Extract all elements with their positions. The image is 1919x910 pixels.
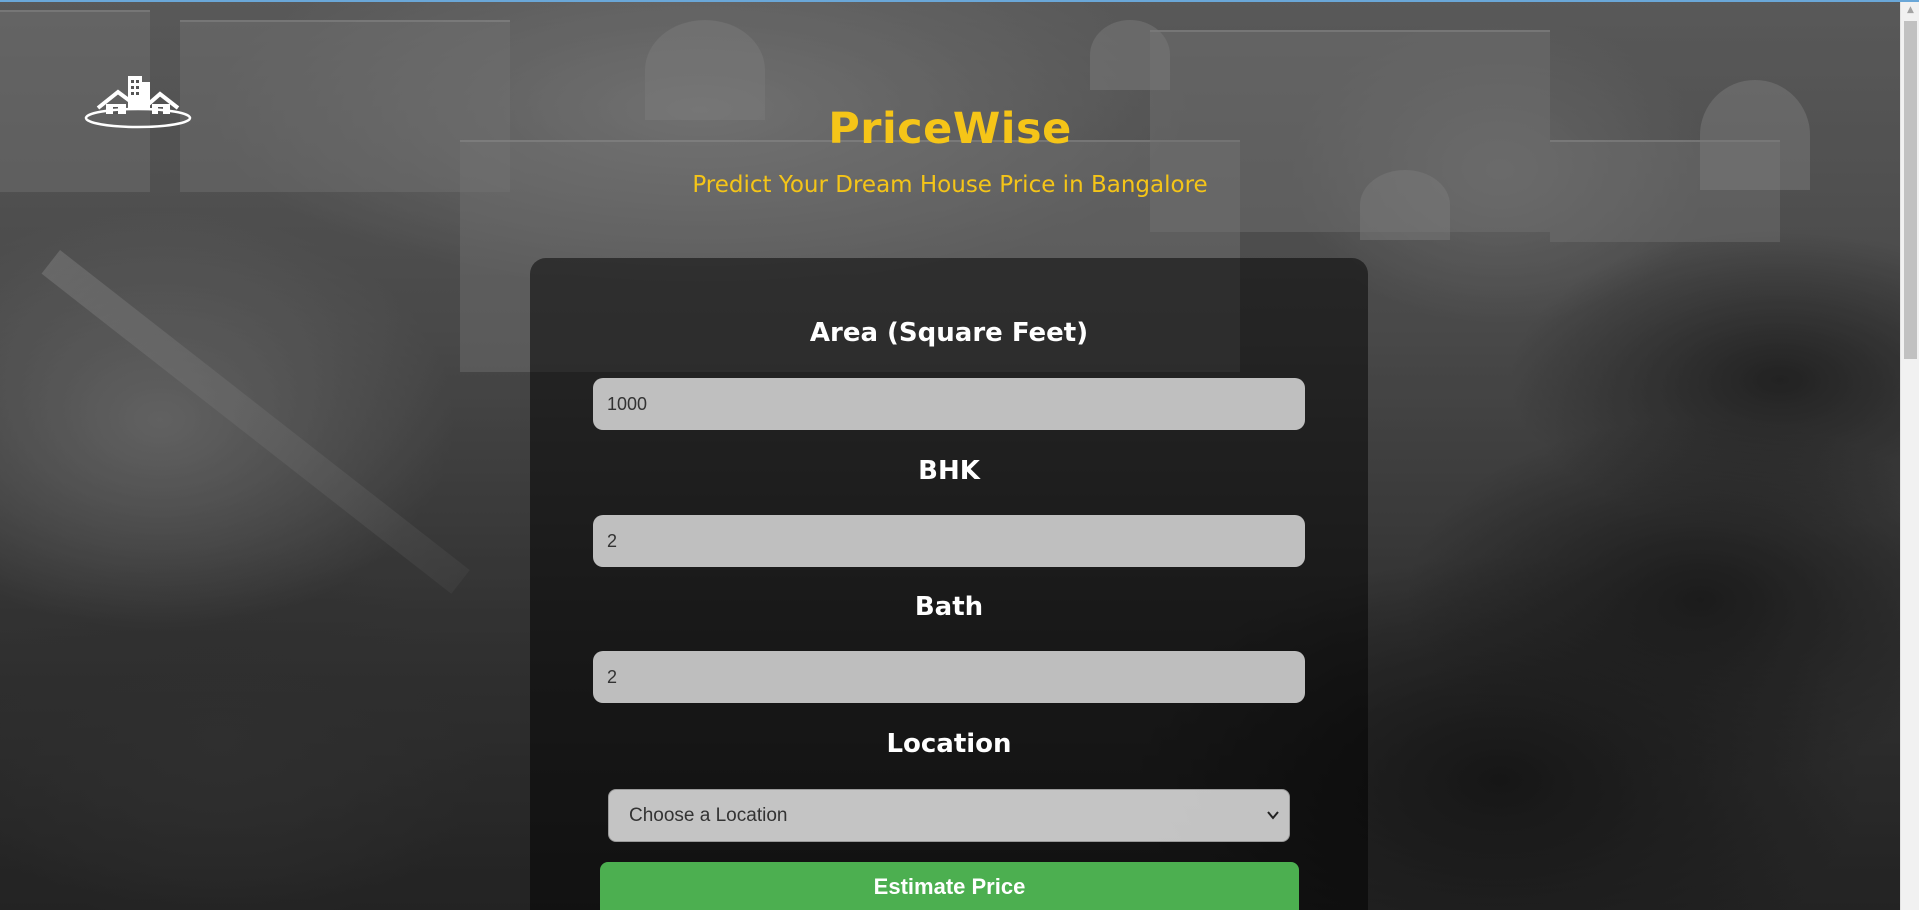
window-top-border xyxy=(0,0,1919,2)
bhk-label: BHK xyxy=(918,456,980,486)
location-label: Location xyxy=(886,729,1012,759)
scrollbar-thumb[interactable] xyxy=(1904,21,1917,359)
area-label: Area (Square Feet) xyxy=(809,318,1089,348)
bhk-input[interactable] xyxy=(593,515,1305,567)
area-input[interactable] xyxy=(593,378,1305,430)
location-select-value: Choose a Location xyxy=(629,805,788,826)
bath-label: Bath xyxy=(914,592,984,622)
estimate-price-button[interactable]: Estimate Price xyxy=(600,862,1299,910)
bath-input[interactable] xyxy=(593,651,1305,703)
app-title: PriceWise xyxy=(828,104,1072,154)
location-select[interactable]: Choose a Location xyxy=(608,789,1290,842)
scroll-up-arrow-icon[interactable]: ▲ xyxy=(1901,2,1919,19)
app-subtitle: Predict Your Dream House Price in Bangal… xyxy=(692,172,1208,198)
page-scrollbar[interactable]: ▲ xyxy=(1900,2,1919,910)
chevron-down-icon xyxy=(1267,790,1279,841)
